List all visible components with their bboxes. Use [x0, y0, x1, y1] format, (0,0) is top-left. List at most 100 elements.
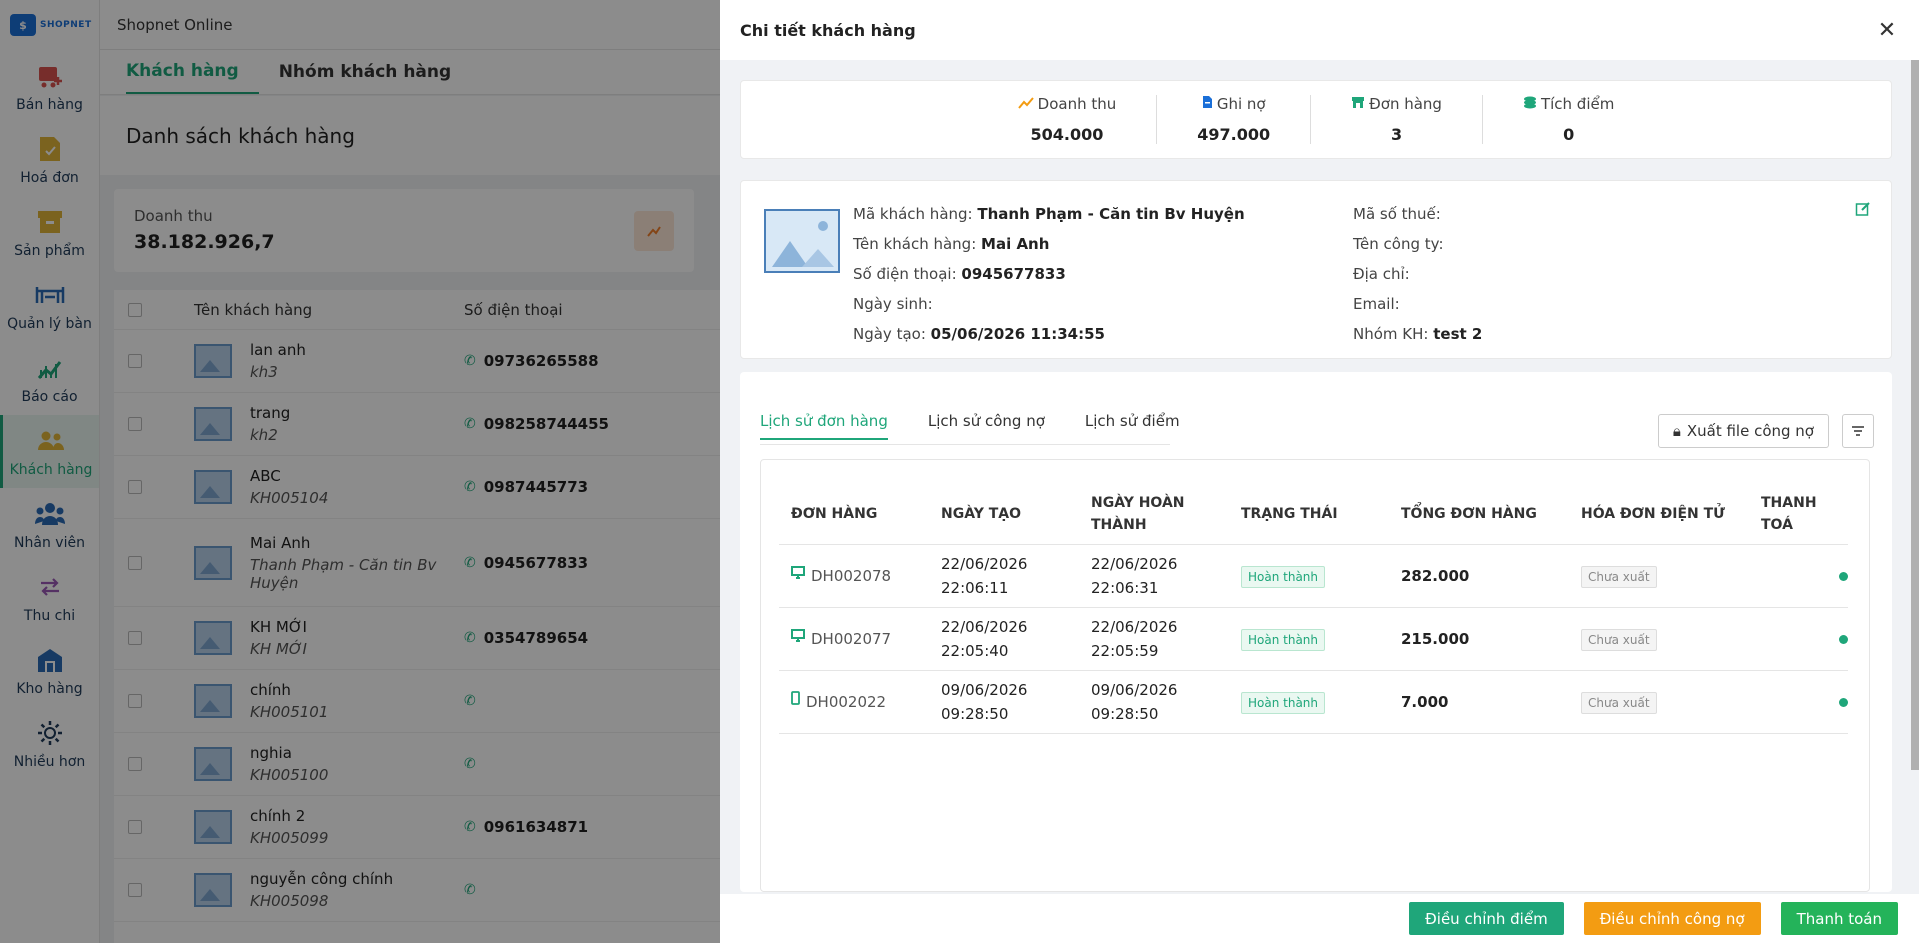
info-value: test 2 [1433, 325, 1483, 343]
info-value: Mai Anh [981, 235, 1050, 253]
info-value: 0945677833 [961, 265, 1066, 283]
info-label: Ngày sinh: [853, 295, 933, 313]
info-line: Ngày tạo: 05/06/2026 11:34:55 [853, 319, 1245, 349]
info-label: Địa chỉ: [1353, 265, 1410, 283]
summary-value: 497.000 [1197, 125, 1271, 144]
drawer-header: Chi tiết khách hàng ✕ [720, 0, 1919, 60]
info-line: Địa chỉ: [1353, 259, 1482, 289]
column-header: ĐƠN HÀNG [779, 484, 929, 545]
tab-points-history[interactable]: Lịch sử điểm [1085, 412, 1180, 440]
close-icon[interactable]: ✕ [1875, 18, 1899, 43]
info-label: Mã khách hàng: [853, 205, 973, 223]
order-cell: DH002022 [779, 670, 929, 734]
summary-label: Đơn hàng [1351, 95, 1442, 113]
info-line: Tên khách hàng: Mai Anh [853, 229, 1245, 259]
info-right: Mã số thuế: Tên công ty: Địa chỉ: Email:… [1353, 199, 1482, 349]
info-label: Mã số thuế: [1353, 205, 1441, 223]
trend-up-icon [1017, 95, 1034, 113]
tab-order-history[interactable]: Lịch sử đơn hàng [760, 412, 888, 440]
info-label: Email: [1353, 295, 1400, 313]
order-total: 7.000 [1389, 670, 1569, 734]
table-row[interactable]: DH002022 09/06/2026 09:28:50 09/06/2026 09… [779, 670, 1848, 734]
filter-icon[interactable] [1842, 414, 1874, 448]
order-id[interactable]: DH002077 [811, 627, 891, 651]
edit-icon[interactable] [1855, 201, 1871, 221]
column-header: THANH TOÁ [1749, 484, 1848, 545]
summary-label-text: Đơn hàng [1369, 95, 1442, 113]
adjust-debt-button[interactable]: Điều chỉnh công nợ [1583, 902, 1761, 935]
info-line: Mã số thuế: [1353, 199, 1482, 229]
summary-value: 3 [1390, 125, 1403, 144]
status-cell: Hoàn thành [1229, 607, 1389, 671]
order-id-cell[interactable]: DH002077 [791, 627, 929, 651]
info-label: Nhóm KH: [1353, 325, 1429, 343]
summary-item: Tích điểm 0 [1483, 95, 1654, 144]
summary-label: Tích điểm [1523, 95, 1614, 113]
einvoice-badge: Chưa xuất [1581, 628, 1657, 651]
payment-status-icon [1839, 697, 1848, 707]
coins-icon [1523, 95, 1537, 113]
tab-debt-history[interactable]: Lịch sử công nợ [928, 412, 1045, 440]
drawer-footer: Điều chỉnh điểm Điều chỉnh công nợ Thanh… [720, 894, 1919, 943]
info-line: Tên công ty: [1353, 229, 1482, 259]
column-header: HÓA ĐƠN ĐIỆN TỬ [1569, 484, 1749, 545]
einvoice-badge: Chưa xuất [1581, 565, 1657, 588]
adjust-points-button[interactable]: Điều chỉnh điểm [1409, 902, 1564, 935]
status-badge: Hoàn thành [1241, 691, 1326, 714]
einvoice-cell: Chưa xuất [1569, 544, 1749, 608]
order-total: 282.000 [1389, 544, 1569, 608]
column-header: TRẠNG THÁI [1229, 484, 1389, 545]
orders-table: ĐƠN HÀNG NGÀY TẠO NGÀY HOÀN THÀNH TRẠNG THÁ… [779, 484, 1848, 734]
order-id-cell[interactable]: DH002022 [791, 690, 929, 714]
summary-label-text: Ghi nợ [1216, 95, 1266, 113]
created-date: 09/06/2026 09:28:50 [929, 670, 1079, 734]
info-line: Ngày sinh: [853, 289, 1245, 319]
order-id[interactable]: DH002022 [806, 690, 886, 714]
info-line: Nhóm KH: test 2 [1353, 319, 1482, 349]
einvoice-badge: Chưa xuất [1581, 691, 1657, 714]
status-cell: Hoàn thành [1229, 670, 1389, 734]
export-label: Xuất file công nợ [1686, 422, 1814, 440]
table-row[interactable]: DH002078 22/06/2026 22:06:11 22/06/2026 22… [779, 544, 1848, 608]
order-id[interactable]: DH002078 [811, 564, 891, 588]
info-line: Email: [1353, 289, 1482, 319]
payment-status-icon [1839, 634, 1848, 644]
pay-button[interactable]: Thanh toán [1780, 902, 1898, 935]
einvoice-cell: Chưa xuất [1569, 607, 1749, 671]
orders-table-box: ĐƠN HÀNG NGÀY TẠO NGÀY HOÀN THÀNH TRẠNG THÁ… [760, 459, 1870, 892]
created-date: 22/06/2026 22:05:40 [929, 607, 1079, 671]
export-debt-button[interactable]: 🔒︎ Xuất file công nợ [1657, 414, 1829, 448]
customer-info-card: Mã khách hàng: Thanh Phạm - Căn tin Bv H… [740, 180, 1892, 359]
summary-value: 0 [1563, 125, 1575, 144]
einvoice-cell: Chưa xuất [1569, 670, 1749, 734]
store-icon [1351, 95, 1365, 113]
payment-status-icon [1839, 571, 1848, 581]
drawer-scrollbar[interactable] [1911, 60, 1919, 770]
summary-label: Ghi nợ [1197, 95, 1270, 113]
history-tabs: Lịch sử đơn hàng Lịch sử công nợ Lịch sử… [760, 412, 1180, 440]
order-cell: DH002078 [779, 544, 929, 608]
column-header: TỔNG ĐƠN HÀNG [1389, 484, 1569, 545]
lock-icon: 🔒︎ [1672, 422, 1681, 440]
customer-detail-drawer: Chi tiết khách hàng ✕ Doanh thu 504.000 Gh… [720, 0, 1919, 943]
info-line: Mã khách hàng: Thanh Phạm - Căn tin Bv H… [853, 199, 1245, 229]
summary-bar: Doanh thu 504.000 Ghi nợ 497.000 Đơn hàng 3 Tí… [740, 80, 1892, 159]
info-label: Tên công ty: [1353, 235, 1444, 253]
summary-item: Doanh thu 504.000 [978, 95, 1158, 144]
column-header: NGÀY HOÀN THÀNH [1079, 484, 1229, 545]
completed-date: 09/06/2026 09:28:50 [1079, 670, 1229, 734]
summary-label-text: Doanh thu [1037, 95, 1117, 113]
summary-label-text: Tích điểm [1540, 95, 1615, 113]
summary-item: Ghi nợ 497.000 [1157, 95, 1312, 144]
info-line: Số điện thoại: 0945677833 [853, 259, 1245, 289]
document-icon [1202, 95, 1213, 113]
info-left: Mã khách hàng: Thanh Phạm - Căn tin Bv H… [853, 199, 1245, 349]
info-label: Ngày tạo: [853, 325, 926, 343]
order-total: 215.000 [1389, 607, 1569, 671]
completed-date: 22/06/2026 22:06:31 [1079, 544, 1229, 608]
order-id-cell[interactable]: DH002078 [791, 564, 929, 588]
summary-label: Doanh thu [1017, 95, 1117, 113]
table-row[interactable]: DH002077 22/06/2026 22:05:40 22/06/2026 22… [779, 607, 1848, 671]
created-date: 22/06/2026 22:06:11 [929, 544, 1079, 608]
payment-cell [1749, 670, 1848, 734]
